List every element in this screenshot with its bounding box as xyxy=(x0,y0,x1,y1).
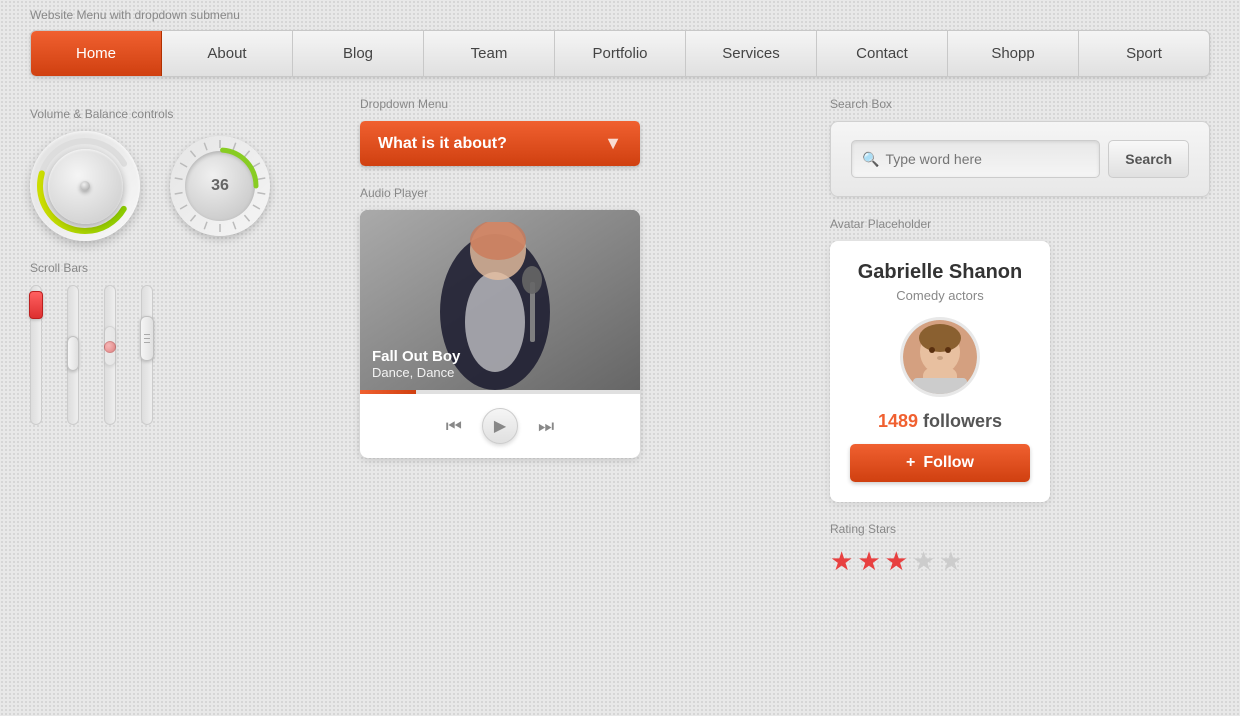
followers-text: followers xyxy=(918,411,1002,431)
scrollbars-label: Scroll Bars xyxy=(30,261,330,275)
nav-item-portfolio[interactable]: Portfolio xyxy=(555,31,686,76)
audio-artwork: Fall Out Boy Dance, Dance xyxy=(360,210,640,390)
search-row: 🔍 Search xyxy=(851,140,1189,178)
search-label: Search Box xyxy=(830,97,1210,111)
rewind-button[interactable]: ⏮ xyxy=(446,416,462,437)
nav-item-shopp[interactable]: Shopp xyxy=(948,31,1079,76)
audio-section: Audio Player xyxy=(360,186,800,458)
avatar-role: Comedy actors xyxy=(850,288,1030,303)
col-right: Search Box 🔍 Search Avatar Placeholder G… xyxy=(830,97,1210,577)
nav-bar: Home About Blog Team Portfolio Services … xyxy=(30,30,1210,77)
nav-item-contact[interactable]: Contact xyxy=(817,31,948,76)
main-content: Volume & Balance controls xyxy=(0,77,1240,597)
search-button[interactable]: Search xyxy=(1108,140,1189,178)
follow-label: Follow xyxy=(923,454,974,472)
audio-progress-fill xyxy=(360,390,416,394)
scrollbars-row xyxy=(30,285,330,425)
volume-label: Volume & Balance controls xyxy=(30,107,330,121)
avatar-name: Gabrielle Shanon xyxy=(850,261,1030,284)
dropdown-button[interactable]: What is it about? ▼ xyxy=(360,121,640,166)
scrollbars-section: Scroll Bars xyxy=(30,261,330,425)
nav-item-team[interactable]: Team xyxy=(424,31,555,76)
dropdown-arrow-icon: ▼ xyxy=(604,133,622,154)
scrollbar-2[interactable] xyxy=(67,285,79,425)
col-left: Volume & Balance controls xyxy=(30,97,330,577)
star-4[interactable]: ★ xyxy=(912,546,935,577)
col-mid: Dropdown Menu What is it about? ▼ Audio … xyxy=(360,97,800,577)
play-button[interactable]: ▶ xyxy=(482,408,518,444)
dropdown-label: Dropdown Menu xyxy=(360,97,800,111)
search-icon: 🔍 xyxy=(862,151,879,168)
knobs-row: 36 xyxy=(30,131,330,241)
dropdown-section: Dropdown Menu What is it about? ▼ xyxy=(360,97,800,166)
avatar-section: Avatar Placeholder Gabrielle Shanon Come… xyxy=(830,217,1210,502)
volume-section: Volume & Balance controls xyxy=(30,107,330,241)
audio-player-card: Fall Out Boy Dance, Dance ⏮ ▶ ⏭ xyxy=(360,210,640,458)
nav-item-home[interactable]: Home xyxy=(31,31,162,76)
track-name: Fall Out Boy xyxy=(372,348,460,365)
stars-row: ★ ★ ★ ★ ★ xyxy=(830,546,1210,577)
rating-section: Rating Stars ★ ★ ★ ★ ★ xyxy=(830,522,1210,577)
follow-plus-icon: + xyxy=(906,454,915,472)
balance-knob[interactable]: 36 xyxy=(170,136,270,236)
star-2[interactable]: ★ xyxy=(857,546,880,577)
star-3[interactable]: ★ xyxy=(885,546,908,577)
dropdown-button-label: What is it about? xyxy=(378,135,507,153)
search-input-wrap: 🔍 xyxy=(851,140,1100,178)
fast-forward-button[interactable]: ⏭ xyxy=(538,416,554,437)
page-label: Website Menu with dropdown submenu xyxy=(0,0,1240,30)
star-1[interactable]: ★ xyxy=(830,546,853,577)
avatar-section-label: Avatar Placeholder xyxy=(830,217,1210,231)
rating-label: Rating Stars xyxy=(830,522,1210,536)
audio-progress-bar[interactable] xyxy=(360,390,640,394)
volume-dot xyxy=(80,181,90,191)
scrollbar-3[interactable] xyxy=(104,285,116,425)
balance-ticks-svg xyxy=(170,136,270,236)
artwork-bg: Fall Out Boy Dance, Dance xyxy=(360,210,640,390)
nav-item-blog[interactable]: Blog xyxy=(293,31,424,76)
nav-item-about[interactable]: About xyxy=(162,31,293,76)
audio-track-info: Fall Out Boy Dance, Dance xyxy=(372,348,460,380)
avatar-image xyxy=(900,317,980,397)
audio-label: Audio Player xyxy=(360,186,800,200)
nav-item-services[interactable]: Services xyxy=(686,31,817,76)
search-box-wrapper: 🔍 Search xyxy=(830,121,1210,197)
audio-controls: ⏮ ▶ ⏭ xyxy=(360,394,640,458)
avatar-followers: 1489 followers xyxy=(850,411,1030,432)
search-section: Search Box 🔍 Search xyxy=(830,97,1210,197)
track-sub: Dance, Dance xyxy=(372,365,460,380)
volume-knob[interactable] xyxy=(30,131,140,241)
avatar-face-svg xyxy=(903,320,977,394)
scrollbar-4[interactable] xyxy=(141,285,153,425)
star-5[interactable]: ★ xyxy=(939,546,962,577)
search-input[interactable] xyxy=(885,151,1089,167)
scrollbar-1[interactable] xyxy=(30,285,42,425)
avatar-card: Gabrielle Shanon Comedy actors xyxy=(830,241,1050,502)
volume-knob-inner xyxy=(48,149,123,224)
nav-item-sport[interactable]: Sport xyxy=(1079,31,1209,76)
followers-count: 1489 xyxy=(878,411,918,431)
follow-button[interactable]: + Follow xyxy=(850,444,1030,482)
